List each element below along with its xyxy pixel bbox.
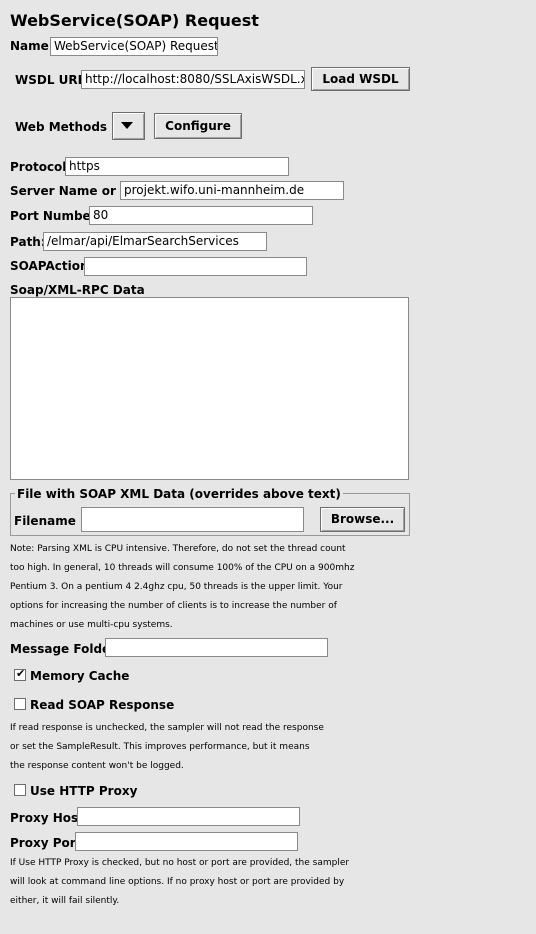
note-line: If Use HTTP Proxy is checked, but no hos… <box>10 858 350 868</box>
proxy-host-label: Proxy Host <box>10 811 84 825</box>
soap-action-field[interactable] <box>84 257 307 276</box>
web-methods-dropdown[interactable] <box>112 112 145 140</box>
use-http-proxy-label[interactable]: Use HTTP Proxy <box>30 784 137 798</box>
proxy-port-label: Proxy Port <box>10 836 82 850</box>
note-line: or set the SampleResult. This improves p… <box>10 742 310 752</box>
note-line: If read response is unchecked, the sampl… <box>10 723 324 733</box>
soap-action-label: SOAPAction <box>10 259 89 273</box>
configure-button[interactable]: Configure <box>154 113 242 139</box>
server-label: Server Name or IP: <box>10 184 139 198</box>
web-methods-label: Web Methods <box>15 120 108 134</box>
soap-data-textarea[interactable] <box>10 297 409 480</box>
memory-cache-checkbox[interactable]: ✔ <box>14 667 26 681</box>
chevron-down-icon <box>121 122 133 129</box>
server-field[interactable]: projekt.wifo.uni-mannheim.de <box>120 181 344 200</box>
note-line: options for increasing the number of cli… <box>10 601 337 611</box>
panel-title: WebService(SOAP) Request <box>10 11 259 30</box>
note-line: the response content won't be logged. <box>10 761 184 771</box>
note-line: either, it will fail silently. <box>10 896 120 906</box>
port-field[interactable]: 80 <box>89 206 313 225</box>
path-label: Path: <box>10 235 46 249</box>
file-group-title: File with SOAP XML Data (overrides above… <box>15 487 343 501</box>
note-line: Pentium 3. On a pentium 4 2.4ghz cpu, 50… <box>10 582 343 592</box>
response-note: If read response is unchecked, the sampl… <box>10 719 390 776</box>
proxy-port-field[interactable] <box>75 832 298 851</box>
filename-label: Filename <box>14 514 76 528</box>
proxy-host-field[interactable] <box>77 807 300 826</box>
proxy-note: If Use HTTP Proxy is checked, but no hos… <box>10 854 390 911</box>
note-line: too high. In general, 10 threads will co… <box>10 563 355 573</box>
port-label: Port Number: <box>10 209 102 223</box>
name-label: Name: <box>10 39 54 53</box>
protocol-field[interactable]: https <box>65 157 289 176</box>
memory-cache-label[interactable]: Memory Cache <box>30 669 129 683</box>
note-line: machines or use multi-cpu systems. <box>10 620 173 630</box>
message-folder-field[interactable] <box>105 638 328 657</box>
protocol-label: Protocol: <box>10 160 72 174</box>
message-folder-label: Message Folder <box>10 642 117 656</box>
filename-field[interactable] <box>81 507 304 532</box>
xml-note: Note: Parsing XML is CPU intensive. Ther… <box>10 540 390 635</box>
wsdl-url-field[interactable]: http://localhost:8080/SSLAxisWSDL.xml <box>81 70 305 89</box>
read-soap-response-checkbox[interactable] <box>14 698 26 710</box>
note-line: Note: Parsing XML is CPU intensive. Ther… <box>10 544 346 554</box>
note-line: will look at command line options. If no… <box>10 877 345 887</box>
browse-button[interactable]: Browse... <box>320 507 405 532</box>
checkmark-icon: ✔ <box>16 667 26 680</box>
wsdl-url-label: WSDL URL <box>15 73 86 87</box>
name-field[interactable]: WebService(SOAP) Request <box>50 37 218 56</box>
load-wsdl-button[interactable]: Load WSDL <box>311 67 410 91</box>
path-field[interactable]: /elmar/api/ElmarSearchServices <box>43 232 267 251</box>
read-soap-response-label[interactable]: Read SOAP Response <box>30 698 174 712</box>
soap-data-label: Soap/XML-RPC Data <box>10 283 145 297</box>
use-http-proxy-checkbox[interactable] <box>14 784 26 796</box>
